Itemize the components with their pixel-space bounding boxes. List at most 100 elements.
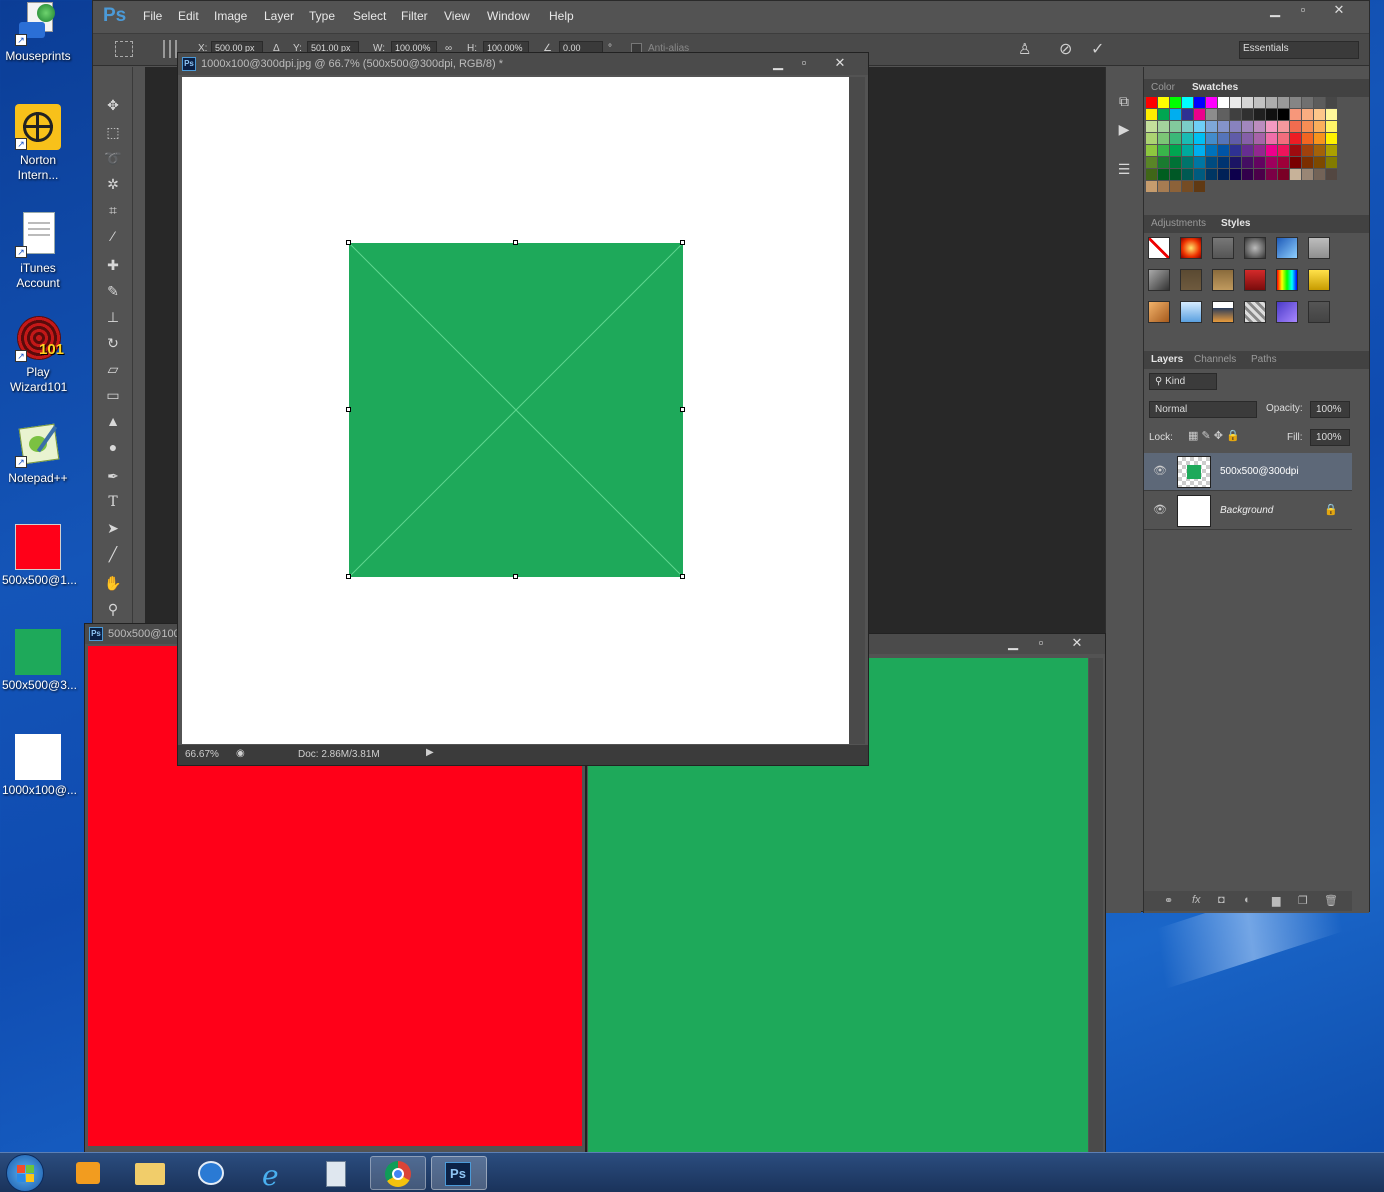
history-panel-icon[interactable]: ⧉: [1114, 91, 1134, 111]
tab-swatches[interactable]: Swatches: [1192, 82, 1238, 93]
layer-filter-kind[interactable]: ⚲ Kind: [1149, 373, 1217, 390]
visibility-eye-icon[interactable]: 👁: [1153, 503, 1167, 516]
desktop-icon-itunes-account[interactable]: ↗ iTunes Account: [2, 212, 74, 291]
color-swatch[interactable]: [1314, 157, 1325, 168]
start-button[interactable]: [6, 1154, 44, 1192]
color-swatch[interactable]: [1278, 109, 1289, 120]
color-swatch[interactable]: [1182, 157, 1193, 168]
tab-layers[interactable]: Layers: [1151, 354, 1183, 365]
style-preset[interactable]: [1180, 269, 1202, 291]
color-swatch[interactable]: [1290, 169, 1301, 180]
minimize-button[interactable]: ▁: [1261, 1, 1289, 21]
color-swatch[interactable]: [1182, 145, 1193, 156]
layer-row[interactable]: 👁 500x500@300dpi: [1144, 453, 1352, 491]
color-swatch[interactable]: [1218, 145, 1229, 156]
color-swatch[interactable]: [1194, 169, 1205, 180]
taskbar-internet-explorer[interactable]: e: [246, 1156, 302, 1192]
color-swatch[interactable]: [1314, 121, 1325, 132]
color-swatch[interactable]: [1182, 97, 1193, 108]
color-swatch[interactable]: [1158, 157, 1169, 168]
color-swatch[interactable]: [1290, 145, 1301, 156]
color-swatch[interactable]: [1182, 181, 1193, 192]
tab-adjustments[interactable]: Adjustments: [1151, 218, 1206, 229]
style-preset[interactable]: [1276, 269, 1298, 291]
minimize-button[interactable]: ▁: [999, 634, 1027, 654]
color-swatch[interactable]: [1218, 157, 1229, 168]
color-swatch[interactable]: [1266, 109, 1277, 120]
color-swatch[interactable]: [1146, 121, 1157, 132]
close-button[interactable]: ✕: [826, 54, 854, 74]
tab-color[interactable]: Color: [1151, 82, 1175, 93]
color-swatch[interactable]: [1170, 181, 1181, 192]
menu-help[interactable]: Help: [549, 9, 574, 23]
desktop-icon-white-image[interactable]: 1000x100@...: [2, 734, 77, 798]
color-swatch[interactable]: [1170, 169, 1181, 180]
color-swatch[interactable]: [1266, 133, 1277, 144]
color-swatch[interactable]: [1230, 121, 1241, 132]
path-selection-icon[interactable]: ➤: [103, 518, 123, 538]
tab-channels[interactable]: Channels: [1194, 354, 1236, 365]
color-swatch[interactable]: [1146, 133, 1157, 144]
color-swatch[interactable]: [1158, 169, 1169, 180]
color-swatch[interactable]: [1278, 169, 1289, 180]
color-swatch[interactable]: [1206, 97, 1217, 108]
color-swatch[interactable]: [1254, 133, 1265, 144]
document-window-active[interactable]: Ps 1000x100@300dpi.jpg @ 66.7% (500x500@…: [177, 52, 869, 766]
mask-icon[interactable]: ◘: [1218, 894, 1225, 906]
desktop-icon-mouseprints[interactable]: ↗ Mouseprints: [2, 0, 74, 64]
magic-wand-icon[interactable]: ✲: [103, 174, 123, 194]
style-preset[interactable]: [1148, 237, 1170, 259]
color-swatch[interactable]: [1302, 145, 1313, 156]
color-swatch[interactable]: [1218, 169, 1229, 180]
transform-handle[interactable]: [680, 240, 685, 245]
color-swatch[interactable]: [1254, 109, 1265, 120]
style-preset[interactable]: [1212, 269, 1234, 291]
tab-paths[interactable]: Paths: [1251, 354, 1277, 365]
color-swatch[interactable]: [1242, 121, 1253, 132]
color-swatch[interactable]: [1314, 145, 1325, 156]
color-swatch[interactable]: [1206, 121, 1217, 132]
color-swatch[interactable]: [1278, 133, 1289, 144]
transform-handle[interactable]: [346, 574, 351, 579]
color-swatch[interactable]: [1326, 133, 1337, 144]
menu-window[interactable]: Window: [487, 9, 530, 23]
color-swatch[interactable]: [1326, 157, 1337, 168]
layer-row[interactable]: 👁 Background 🔒: [1144, 492, 1352, 530]
color-swatch[interactable]: [1206, 109, 1217, 120]
menu-type[interactable]: Type: [309, 9, 335, 23]
color-swatch[interactable]: [1326, 109, 1337, 120]
new-layer-icon[interactable]: ❐: [1298, 894, 1308, 907]
color-swatch[interactable]: [1242, 145, 1253, 156]
color-swatch[interactable]: [1146, 145, 1157, 156]
color-swatch[interactable]: [1230, 169, 1241, 180]
color-swatch[interactable]: [1158, 109, 1169, 120]
document-title-bar[interactable]: Ps 1000x100@300dpi.jpg @ 66.7% (500x500@…: [178, 53, 868, 75]
color-swatch[interactable]: [1194, 157, 1205, 168]
blend-mode-select[interactable]: Normal: [1149, 401, 1257, 418]
color-swatch[interactable]: [1302, 169, 1313, 180]
menu-filter[interactable]: Filter: [401, 9, 428, 23]
color-swatch[interactable]: [1314, 169, 1325, 180]
color-swatch[interactable]: [1242, 169, 1253, 180]
color-swatch[interactable]: [1206, 157, 1217, 168]
color-swatch[interactable]: [1230, 157, 1241, 168]
style-preset[interactable]: [1308, 269, 1330, 291]
maximize-button[interactable]: ▫: [790, 54, 818, 74]
style-preset[interactable]: [1244, 237, 1266, 259]
color-swatch[interactable]: [1158, 181, 1169, 192]
color-swatch[interactable]: [1170, 97, 1181, 108]
color-swatch[interactable]: [1278, 157, 1289, 168]
blur-tool-icon[interactable]: ▲: [103, 411, 123, 431]
adjustment-layer-icon[interactable]: ◐: [1244, 894, 1251, 906]
healing-brush-icon[interactable]: ✚: [103, 255, 123, 275]
color-swatch[interactable]: [1326, 145, 1337, 156]
trash-icon[interactable]: 🗑: [1324, 894, 1338, 907]
visibility-eye-icon[interactable]: 👁: [1153, 464, 1167, 477]
menu-edit[interactable]: Edit: [178, 9, 199, 23]
color-swatch[interactable]: [1242, 157, 1253, 168]
minimize-button[interactable]: ▁: [764, 54, 792, 74]
color-swatch[interactable]: [1182, 169, 1193, 180]
transform-tool-icon[interactable]: [115, 41, 133, 57]
transform-handle[interactable]: [513, 240, 518, 245]
workspace-switcher[interactable]: Essentials: [1239, 41, 1359, 59]
